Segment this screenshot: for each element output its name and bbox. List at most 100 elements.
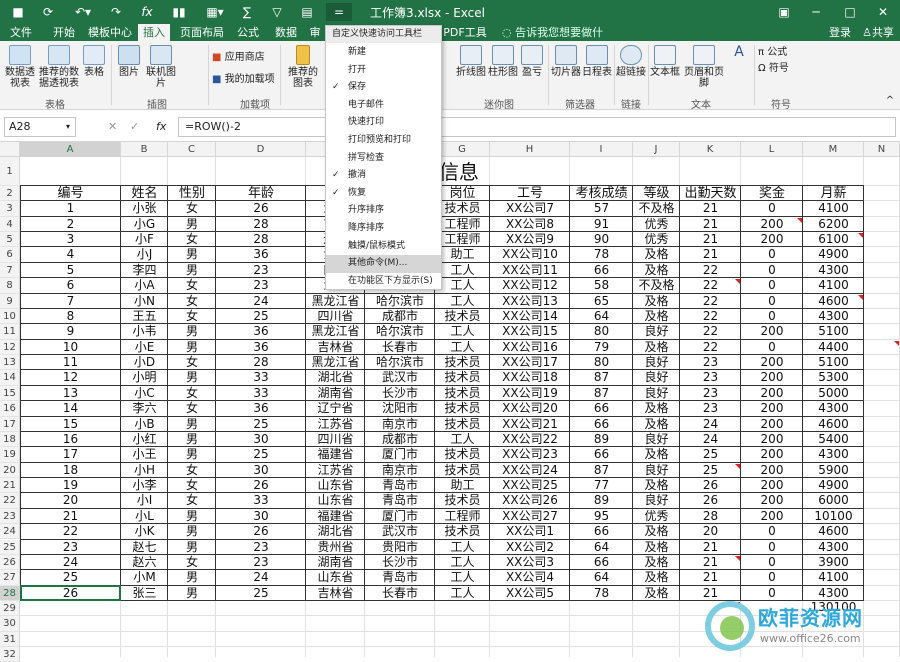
table-cell[interactable]: 24: [680, 432, 741, 447]
row-header[interactable]: 11: [0, 324, 20, 340]
table-cell[interactable]: 10100: [803, 509, 864, 524]
table-cell[interactable]: 黑龙江省: [306, 355, 365, 370]
table-cell[interactable]: 优秀: [633, 217, 680, 232]
save-icon[interactable]: ■: [10, 3, 26, 21]
table-cell[interactable]: 技术员: [435, 524, 490, 539]
table-cell[interactable]: 赵六: [121, 555, 168, 570]
table-cell[interactable]: XX公司26: [490, 493, 570, 508]
table-cell[interactable]: 小张: [121, 201, 168, 216]
table-cell[interactable]: 小B: [121, 417, 168, 432]
table-cell[interactable]: 小A: [121, 278, 168, 293]
select-all-corner[interactable]: [0, 142, 20, 157]
table-cell[interactable]: 89: [570, 493, 633, 508]
table-cell[interactable]: 6: [20, 278, 121, 293]
table-cell[interactable]: 青岛市: [365, 570, 435, 585]
table-cell[interactable]: XX公司17: [490, 355, 570, 370]
table-cell[interactable]: 26: [216, 524, 306, 539]
filter-icon[interactable]: ▽: [268, 3, 286, 21]
table-cell[interactable]: 22: [680, 340, 741, 355]
table-cell[interactable]: 64: [570, 570, 633, 585]
table-cell[interactable]: 78: [570, 586, 633, 601]
table-cell[interactable]: 200: [741, 370, 803, 385]
table-cell[interactable]: 4100: [803, 201, 864, 216]
column-header-i[interactable]: I: [570, 142, 633, 157]
name-box-dropdown-icon[interactable]: ▾: [66, 122, 70, 131]
table-cell[interactable]: 77: [570, 478, 633, 493]
textbox-button[interactable]: 文本框: [650, 45, 680, 78]
table-cell[interactable]: 小韦: [121, 324, 168, 339]
row-header[interactable]: 18: [0, 431, 20, 448]
menu-item[interactable]: 升序排序: [326, 202, 441, 220]
table-cell[interactable]: 男: [168, 417, 216, 432]
table-cell[interactable]: 技术员: [435, 463, 490, 478]
table-cell[interactable]: 及格: [633, 570, 680, 585]
table-cell[interactable]: 良好: [633, 324, 680, 339]
table-cell[interactable]: 6200: [803, 217, 864, 232]
table-cell[interactable]: 女: [168, 201, 216, 216]
table-cell[interactable]: 0: [741, 294, 803, 309]
table-cell[interactable]: XX公司24: [490, 463, 570, 478]
table-cell[interactable]: 长春市: [365, 340, 435, 355]
table-cell[interactable]: 4600: [803, 524, 864, 539]
menu-item[interactable]: 拼写检查: [326, 150, 441, 168]
table-cell[interactable]: 57: [570, 201, 633, 216]
table-cell[interactable]: 女: [168, 386, 216, 401]
table-cell[interactable]: 66: [570, 555, 633, 570]
row-header[interactable]: 17: [0, 416, 20, 432]
minimize-icon[interactable]: ─: [808, 3, 824, 21]
row-header[interactable]: 10: [0, 308, 20, 325]
table-cell[interactable]: 及格: [633, 524, 680, 539]
table-cell[interactable]: 青岛市: [365, 493, 435, 508]
table-cell[interactable]: 良好: [633, 463, 680, 478]
table-cell[interactable]: 28: [680, 509, 741, 524]
tab-home[interactable]: 开始: [50, 24, 78, 41]
table-cell[interactable]: 长沙市: [365, 555, 435, 570]
table-cell[interactable]: 6100: [803, 232, 864, 247]
table-cell[interactable]: 66: [570, 524, 633, 539]
table-cell[interactable]: 工人: [435, 586, 490, 601]
picture-button[interactable]: 图片: [116, 45, 142, 78]
row-header[interactable]: 31: [0, 631, 20, 648]
table-cell[interactable]: 22: [20, 524, 121, 539]
row-header[interactable]: 4: [0, 216, 20, 233]
table-cell[interactable]: 36: [216, 324, 306, 339]
sparkline-column-button[interactable]: 柱形图: [488, 45, 518, 78]
table-cell[interactable]: 2: [20, 217, 121, 232]
table-cell[interactable]: 厦门市: [365, 447, 435, 462]
column-header-j[interactable]: J: [633, 142, 680, 157]
table-cell[interactable]: 工人: [435, 555, 490, 570]
table-cell[interactable]: 79: [570, 340, 633, 355]
table-cell[interactable]: 6000: [803, 493, 864, 508]
table-cell[interactable]: 武汉市: [365, 524, 435, 539]
tab-formulas[interactable]: 公式: [234, 24, 262, 41]
row-header[interactable]: 3: [0, 201, 20, 217]
table-cell[interactable]: 男: [168, 509, 216, 524]
table-cell[interactable]: XX公司1: [490, 524, 570, 539]
table-cell[interactable]: XX公司8: [490, 217, 570, 232]
table-cell[interactable]: 200: [741, 217, 803, 232]
table-cell[interactable]: XX公司10: [490, 247, 570, 262]
table-cell[interactable]: XX公司20: [490, 401, 570, 416]
table-cell[interactable]: 5300: [803, 370, 864, 385]
table-cell[interactable]: 30: [216, 432, 306, 447]
table-cell[interactable]: XX公司11: [490, 263, 570, 278]
menu-item[interactable]: 新建: [326, 44, 441, 62]
table-cell[interactable]: 优秀: [633, 232, 680, 247]
table-cell[interactable]: 小C: [121, 386, 168, 401]
table-cell[interactable]: 工人: [435, 294, 490, 309]
table-cell[interactable]: 湖北省: [306, 524, 365, 539]
tab-pdf-tools[interactable]: PDF工具集: [443, 24, 487, 56]
table-button[interactable]: 表格: [82, 45, 106, 78]
table-cell[interactable]: 女: [168, 294, 216, 309]
slicer-button[interactable]: 切片器: [550, 45, 582, 78]
tab-insert[interactable]: 插入: [138, 24, 170, 41]
table-cell[interactable]: 5: [20, 263, 121, 278]
menu-item[interactable]: ✓ 撤消: [326, 167, 441, 185]
tab-template-center[interactable]: 模板中心: [88, 24, 132, 41]
table-cell[interactable]: 21: [680, 540, 741, 555]
table-cell[interactable]: 78: [570, 247, 633, 262]
table-cell[interactable]: 技术员: [435, 386, 490, 401]
table-cell[interactable]: 女: [168, 355, 216, 370]
row-header[interactable]: 29: [0, 600, 20, 617]
share-button[interactable]: ♙共享: [858, 24, 898, 41]
